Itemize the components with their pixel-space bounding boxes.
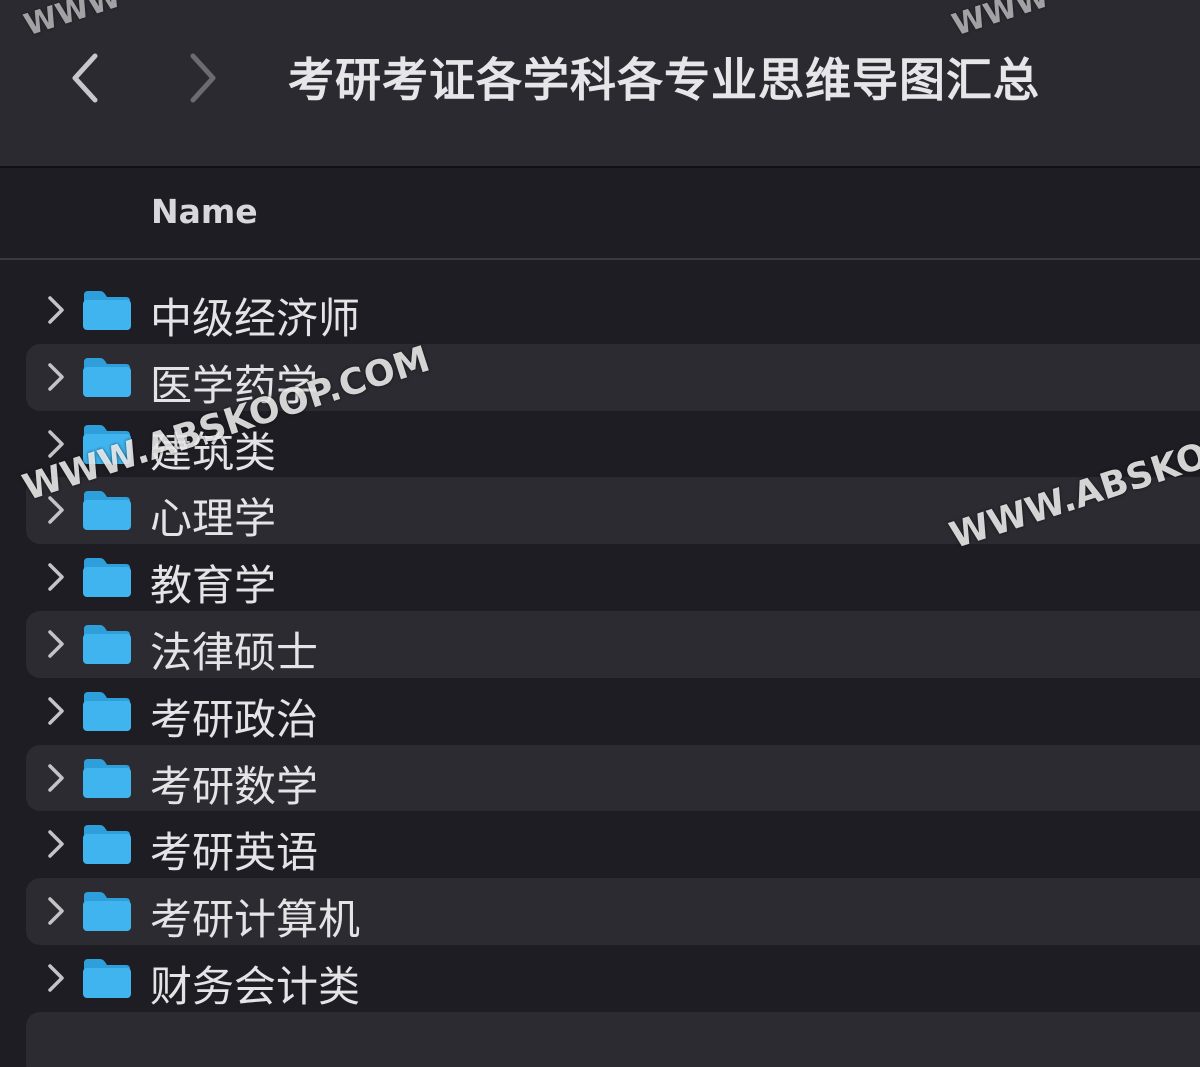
disclosure-chevron-icon[interactable] (44, 628, 68, 660)
file-name: 建筑类 (150, 427, 277, 477)
file-row[interactable]: 考研政治 (26, 678, 1200, 745)
folder-icon (83, 624, 131, 664)
file-name: 医学药学 (150, 360, 319, 410)
file-name: 财务会计类 (150, 961, 361, 1011)
folder-icon (83, 691, 131, 731)
file-name: 考研数学 (150, 761, 319, 811)
file-row[interactable]: 教育学 (26, 544, 1200, 611)
title-bar: 考研考证各学科各专业思维导图汇总 (0, 0, 1200, 168)
empty-row (26, 1011, 1200, 1067)
file-row[interactable]: 财务会计类 (26, 945, 1200, 1012)
folder-icon (83, 892, 131, 932)
file-row[interactable]: 法律硕士 (26, 610, 1200, 678)
folder-icon (83, 491, 131, 531)
chevron-left-icon (72, 53, 98, 103)
name-column-header[interactable]: Name (151, 192, 258, 231)
file-name: 考研计算机 (150, 895, 361, 945)
disclosure-chevron-icon[interactable] (44, 428, 68, 460)
disclosure-chevron-icon[interactable] (44, 494, 68, 526)
file-row[interactable]: 考研数学 (26, 744, 1200, 812)
folder-icon (83, 424, 131, 464)
folder-icon (83, 958, 131, 998)
folder-icon (83, 357, 131, 397)
file-name: 中级经济师 (150, 294, 361, 343)
file-row[interactable]: 考研计算机 (26, 878, 1200, 945)
file-name: 心理学 (150, 494, 277, 544)
disclosure-chevron-icon[interactable] (44, 361, 68, 393)
column-header-bar: Name (0, 168, 1200, 260)
folder-icon (83, 291, 131, 330)
file-name: 考研英语 (150, 828, 319, 878)
forward-button[interactable] (182, 48, 226, 108)
file-row[interactable]: 医学药学 (26, 343, 1200, 411)
file-name: 教育学 (150, 561, 277, 611)
file-name: 法律硕士 (150, 627, 319, 677)
disclosure-chevron-icon[interactable] (44, 294, 68, 326)
disclosure-chevron-icon[interactable] (44, 895, 68, 927)
folder-icon (83, 758, 131, 798)
file-list: 中级经济师医学药学建筑类心理学教育学法律硕士考研政治考研数学考研英语考研计算机财… (0, 277, 1200, 1067)
disclosure-chevron-icon[interactable] (44, 762, 68, 794)
back-button[interactable] (62, 48, 106, 108)
file-row[interactable]: 考研英语 (26, 811, 1200, 878)
chevron-right-icon (190, 53, 216, 103)
file-row[interactable]: 中级经济师 (26, 277, 1200, 344)
folder-icon (83, 825, 131, 865)
file-row[interactable]: 建筑类 (26, 411, 1200, 478)
disclosure-chevron-icon[interactable] (44, 561, 68, 593)
disclosure-chevron-icon[interactable] (44, 962, 68, 994)
file-row[interactable]: 心理学 (26, 477, 1200, 545)
finder-window: 考研考证各学科各专业思维导图汇总 Name 中级经济师医学药学建筑类心理学教育学… (0, 0, 1200, 1067)
window-title: 考研考证各学科各专业思维导图汇总 (288, 53, 1040, 107)
disclosure-chevron-icon[interactable] (44, 695, 68, 727)
file-name: 考研政治 (150, 694, 319, 744)
disclosure-chevron-icon[interactable] (44, 828, 68, 860)
folder-icon (83, 558, 131, 598)
